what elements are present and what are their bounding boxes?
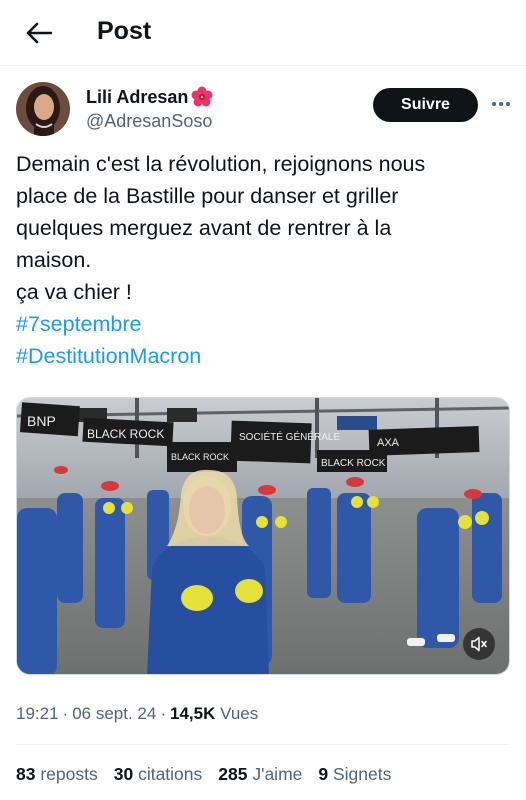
bookmarks-count: 9 — [318, 764, 329, 784]
hashtag-link[interactable]: #DestitutionMacron — [16, 340, 510, 372]
reposts-stat[interactable]: 83 reposts — [16, 764, 98, 785]
tweet-text: Demain c'est la révolution, rejoignons n… — [16, 148, 510, 372]
tweet-time[interactable]: 19:21 — [16, 704, 59, 723]
views-label: Vues — [220, 704, 259, 723]
author-name-text: Lili Adresan — [86, 86, 189, 107]
page-title: Post — [97, 17, 152, 45]
sign-text: SOCIÉTÉ GÉNÉRALE — [239, 430, 340, 443]
back-button[interactable] — [22, 16, 56, 50]
tweet-text-line: ça va chier ! — [16, 280, 132, 304]
follow-button[interactable]: Suivre — [373, 88, 478, 122]
likes-label: J'aime — [252, 764, 303, 784]
sign-text: BLACK ROCK — [87, 427, 164, 441]
views-count: 14,5K — [170, 704, 216, 723]
separator: · — [62, 704, 69, 723]
tweet-text-line: maison. — [16, 248, 92, 272]
tweet-date[interactable]: 06 sept. 24 — [72, 704, 156, 723]
sign-text: BLACK ROCK — [171, 452, 229, 462]
engagement-stats: 83 reposts 30 citations 285 J'aime 9 Sig… — [16, 764, 391, 785]
hashtag-link[interactable]: #7septembre — [16, 308, 510, 340]
more-options-icon[interactable] — [489, 92, 513, 116]
bookmarks-stat[interactable]: 9 Signets — [318, 764, 391, 785]
sign-text: BLACK ROCK — [321, 458, 386, 469]
author-name[interactable]: Lili Adresan — [86, 86, 213, 108]
tweet-author: Lili Adresan @AdresanSoso Suivre — [16, 82, 510, 138]
tweet-text-line: place de la Bastille pour danser et gril… — [16, 184, 399, 208]
divider — [16, 744, 510, 745]
likes-count: 285 — [218, 764, 248, 784]
author-handle[interactable]: @AdresanSoso — [86, 111, 212, 132]
quotes-label: citations — [138, 764, 203, 784]
tweet-text-line: quelques merguez avant de rentrer à la — [16, 216, 392, 240]
quotes-count: 30 — [113, 764, 134, 784]
arrow-left-icon — [26, 22, 52, 44]
reposts-count: 83 — [16, 764, 36, 784]
top-bar: Post — [0, 0, 526, 66]
reposts-label: reposts — [40, 764, 98, 784]
bookmarks-label: Signets — [333, 764, 392, 784]
sign-text: AXA — [377, 437, 400, 449]
tweet-text-line: Demain c'est la révolution, rejoignons n… — [16, 152, 426, 176]
video-player[interactable]: BNP BLACK ROCK SOCIÉTÉ GÉNÉRALE AXA BLAC… — [16, 397, 510, 675]
video-frame: BNP BLACK ROCK SOCIÉTÉ GÉNÉRALE AXA BLAC… — [17, 398, 509, 674]
speaker-muted-icon — [471, 636, 487, 652]
hibiscus-flower-emoji — [191, 86, 213, 107]
quotes-stat[interactable]: 30 citations — [114, 764, 203, 785]
tweet-meta: 19:21 · 06 sept. 24 · 14,5K Vues — [16, 704, 258, 724]
likes-stat[interactable]: 285 J'aime — [218, 764, 302, 785]
sign-text: BNP — [27, 413, 56, 429]
avatar[interactable] — [16, 82, 70, 136]
mute-button[interactable] — [463, 628, 495, 660]
separator: · — [160, 704, 167, 723]
